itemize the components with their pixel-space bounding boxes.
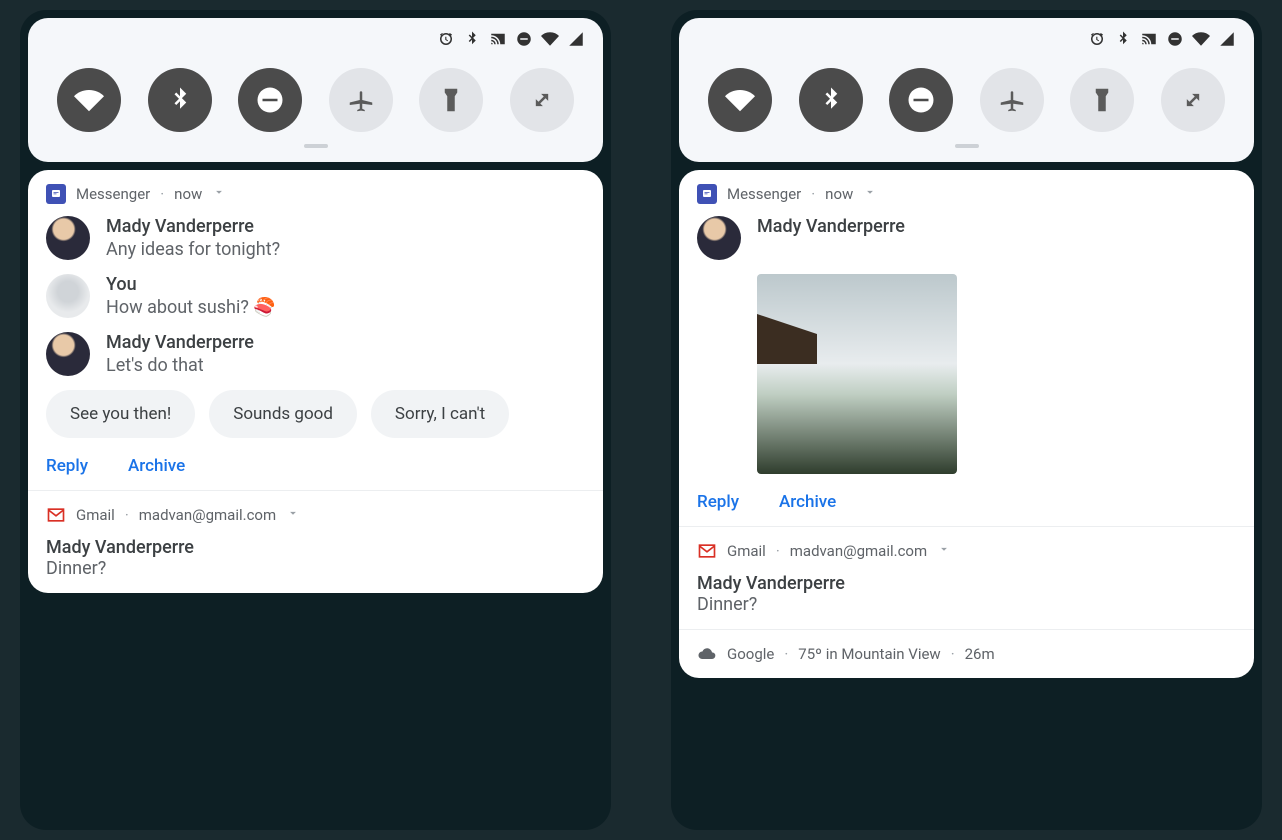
message-text: How about sushi? 🍣 bbox=[106, 297, 276, 318]
gmail-icon bbox=[697, 541, 717, 561]
notification-google[interactable]: Google · 75º in Mountain View · 26m bbox=[679, 629, 1254, 678]
qs-wifi[interactable] bbox=[57, 68, 121, 132]
app-name: Gmail bbox=[76, 506, 115, 524]
quick-settings-row bbox=[691, 62, 1242, 134]
image-attachment[interactable] bbox=[757, 274, 957, 474]
panel-drag-handle[interactable] bbox=[955, 144, 979, 148]
bluetooth-icon bbox=[463, 30, 481, 52]
chevron-down-icon[interactable] bbox=[212, 185, 226, 203]
message-text: Let's do that bbox=[106, 355, 254, 376]
gmail-sender: Mady Vanderperre bbox=[697, 573, 1236, 594]
notification-messenger[interactable]: Messenger · now Mady Vanderperre Reply A… bbox=[679, 170, 1254, 526]
gmail-from: madvan@gmail.com bbox=[139, 506, 276, 524]
avatar bbox=[46, 216, 90, 260]
archive-button[interactable]: Archive bbox=[779, 492, 836, 512]
qs-airplane[interactable] bbox=[980, 68, 1044, 132]
chevron-down-icon[interactable] bbox=[937, 542, 951, 560]
dnd-icon bbox=[1166, 30, 1184, 52]
message-row: Mady Vanderperre bbox=[697, 216, 1236, 260]
app-name: Google bbox=[727, 645, 774, 663]
message-sender: You bbox=[106, 274, 276, 295]
panel-drag-handle[interactable] bbox=[304, 144, 328, 148]
smart-reply-chip[interactable]: Sounds good bbox=[209, 390, 357, 438]
notification-messenger[interactable]: Messenger · now Mady Vanderperre Any ide… bbox=[28, 170, 603, 490]
messenger-icon bbox=[697, 184, 717, 204]
notification-header[interactable]: Gmail · madvan@gmail.com bbox=[697, 541, 1236, 561]
notif-time: now bbox=[174, 185, 202, 203]
avatar bbox=[46, 332, 90, 376]
phone-left: Messenger · now Mady Vanderperre Any ide… bbox=[20, 10, 611, 830]
notif-time: now bbox=[825, 185, 853, 203]
bluetooth-icon bbox=[1114, 30, 1132, 52]
notification-header[interactable]: Gmail · madvan@gmail.com bbox=[46, 505, 585, 525]
status-bar bbox=[40, 26, 591, 62]
gmail-icon bbox=[46, 505, 66, 525]
archive-button[interactable]: Archive bbox=[128, 456, 185, 476]
message-row: You How about sushi? 🍣 bbox=[46, 274, 585, 318]
app-name: Messenger bbox=[76, 185, 150, 203]
avatar bbox=[697, 216, 741, 260]
message-row: Mady Vanderperre Any ideas for tonight? bbox=[46, 216, 585, 260]
gmail-subject: Dinner? bbox=[697, 594, 1236, 615]
qs-dnd[interactable] bbox=[238, 68, 302, 132]
quick-settings-panel bbox=[679, 18, 1254, 162]
qs-rotate[interactable] bbox=[510, 68, 574, 132]
messenger-icon bbox=[46, 184, 66, 204]
gmail-subject: Dinner? bbox=[46, 558, 585, 579]
notifications-panel: Messenger · now Mady Vanderperre Any ide… bbox=[28, 170, 603, 593]
alarm-icon bbox=[1088, 30, 1106, 52]
qs-flashlight[interactable] bbox=[1070, 68, 1134, 132]
notification-actions: Reply Archive bbox=[46, 456, 585, 476]
gmail-from: madvan@gmail.com bbox=[790, 542, 927, 560]
smart-reply-chip[interactable]: Sorry, I can't bbox=[371, 390, 509, 438]
notifications-panel: Messenger · now Mady Vanderperre Reply A… bbox=[679, 170, 1254, 678]
cast-icon bbox=[489, 30, 507, 52]
dnd-icon bbox=[515, 30, 533, 52]
notification-actions: Reply Archive bbox=[697, 492, 1236, 512]
alarm-icon bbox=[437, 30, 455, 52]
cell-icon bbox=[567, 30, 585, 52]
qs-bluetooth[interactable] bbox=[799, 68, 863, 132]
notification-gmail[interactable]: Gmail · madvan@gmail.com Mady Vanderperr… bbox=[28, 490, 603, 593]
cell-icon bbox=[1218, 30, 1236, 52]
quick-settings-row bbox=[40, 62, 591, 134]
status-bar bbox=[691, 26, 1242, 62]
wifi-icon bbox=[541, 30, 559, 52]
smart-reply-chip[interactable]: See you then! bbox=[46, 390, 195, 438]
message-sender: Mady Vanderperre bbox=[757, 216, 905, 237]
app-name: Gmail bbox=[727, 542, 766, 560]
message-row: Mady Vanderperre Let's do that bbox=[46, 332, 585, 376]
app-name: Messenger bbox=[727, 185, 801, 203]
phone-right: Messenger · now Mady Vanderperre Reply A… bbox=[671, 10, 1262, 830]
cloud-icon bbox=[697, 644, 717, 664]
smart-reply-chips: See you then! Sounds good Sorry, I can't bbox=[46, 390, 585, 438]
notification-header[interactable]: Messenger · now bbox=[46, 184, 585, 204]
notification-gmail[interactable]: Gmail · madvan@gmail.com Mady Vanderperr… bbox=[679, 526, 1254, 629]
qs-flashlight[interactable] bbox=[419, 68, 483, 132]
qs-airplane[interactable] bbox=[329, 68, 393, 132]
chevron-down-icon[interactable] bbox=[286, 506, 300, 524]
avatar bbox=[46, 274, 90, 318]
message-sender: Mady Vanderperre bbox=[106, 332, 254, 353]
notif-age: 26m bbox=[965, 645, 995, 663]
qs-bluetooth[interactable] bbox=[148, 68, 212, 132]
qs-wifi[interactable] bbox=[708, 68, 772, 132]
qs-dnd[interactable] bbox=[889, 68, 953, 132]
chevron-down-icon[interactable] bbox=[863, 185, 877, 203]
cast-icon bbox=[1140, 30, 1158, 52]
weather-text: 75º in Mountain View bbox=[798, 645, 940, 663]
reply-button[interactable]: Reply bbox=[697, 492, 739, 512]
notification-header[interactable]: Google · 75º in Mountain View · 26m bbox=[697, 644, 1236, 664]
notification-header[interactable]: Messenger · now bbox=[697, 184, 1236, 204]
gmail-sender: Mady Vanderperre bbox=[46, 537, 585, 558]
reply-button[interactable]: Reply bbox=[46, 456, 88, 476]
message-sender: Mady Vanderperre bbox=[106, 216, 280, 237]
qs-rotate[interactable] bbox=[1161, 68, 1225, 132]
wifi-icon bbox=[1192, 30, 1210, 52]
quick-settings-panel bbox=[28, 18, 603, 162]
message-text: Any ideas for tonight? bbox=[106, 239, 280, 260]
